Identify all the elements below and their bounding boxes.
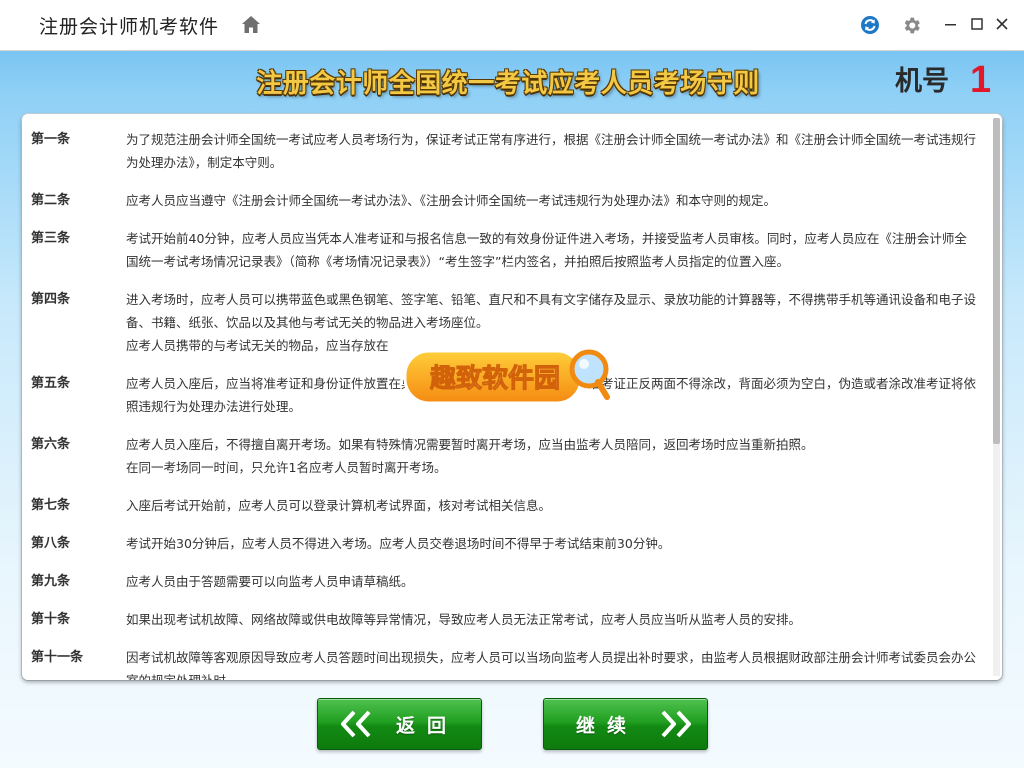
article-number: 第五条 (31, 376, 71, 391)
article-number: 第一条 (31, 132, 71, 147)
article-item: 第二条 应考人员应当遵守《注册会计师全国统一考试办法》、《注册会计师全国统一考试违… (22, 189, 990, 212)
article-text: 入座后考试开始前，应考人员可以登录计算机考试界面，核对考试相关信息。 (126, 494, 990, 517)
minimize-icon[interactable] (943, 16, 959, 32)
article-paragraph: 因考试机故障等客观原因导致应考人员答题时间出现损失，应考人员可以当场向监考人员提… (126, 650, 977, 680)
article-number: 第七条 (31, 498, 71, 513)
machine-number: 1 (970, 59, 992, 101)
article-item: 第六条 应考人员入座后，不得擅自离开考场。如果有特殊情况需要暂时离开考场，应当由监… (22, 433, 990, 479)
maximize-icon[interactable] (969, 16, 985, 32)
article-text: 应考人员应当遵守《注册会计师全国统一考试办法》、《注册会计师全国统一考试违规行为… (126, 189, 990, 212)
title-bar: 注册会计师机考软件 (0, 0, 1024, 51)
article-number: 第六条 (31, 437, 71, 452)
continue-button[interactable]: 继续 (543, 698, 708, 750)
home-icon[interactable] (240, 14, 262, 36)
article-item: 第十条 如果出现考试机故障、网络故障或供电故障等异常情况，导致应考人员无法正常考试… (22, 608, 990, 631)
article-text: 应考人员由于答题需要可以向监考人员申请草稿纸。 (126, 570, 990, 593)
article-paragraph: 应考人员应当遵守《注册会计师全国统一考试办法》、《注册会计师全国统一考试违规行为… (126, 193, 777, 208)
article-text: 考试开始30分钟后，应考人员不得进入考场。应考人员交卷退场时间不得早于考试结束前… (126, 532, 990, 555)
app-title: 注册会计师机考软件 (39, 16, 220, 38)
double-chevron-left-icon (341, 710, 371, 738)
article-paragraph: 如果出现考试机故障、网络故障或供电故障等异常情况，导致应考人员无法正常考试，应考… (126, 612, 802, 627)
article-number: 第三条 (31, 231, 71, 246)
article-text: 考试开始前40分钟，应考人员应当凭本人准考证和与报名信息一致的有效身份证件进入考… (126, 227, 990, 273)
double-chevron-right-icon (661, 710, 691, 738)
article-item: 第十一条 因考试机故障等客观原因导致应考人员答题时间出现损失，应考人员可以当场向监… (22, 646, 990, 680)
article-item: 第八条 考试开始30分钟后，应考人员不得进入考场。应考人员交卷退场时间不得早于考试… (22, 532, 990, 555)
article-item: 第三条 考试开始前40分钟，应考人员应当凭本人准考证和与报名信息一致的有效身份证件… (22, 227, 990, 273)
article-paragraph: 为了规范注册会计师全国统一考试应考人员考场行为，保证考试正常有序进行，根据《注册… (126, 132, 977, 170)
article-number: 第四条 (31, 292, 71, 307)
gear-icon[interactable] (901, 15, 922, 36)
article-paragraph: 考试开始30分钟后，应考人员不得进入考场。应考人员交卷退场时间不得早于考试结束前… (126, 536, 671, 551)
article-item: 第一条 为了规范注册会计师全国统一考试应考人员考场行为，保证考试正常有序进行，根据… (22, 128, 990, 174)
article-paragraph: 在同一考场同一时间，只允许1名应考人员暂时离开考场。 (126, 460, 447, 475)
refresh-icon[interactable] (860, 15, 880, 35)
article-text: 因考试机故障等客观原因导致应考人员答题时间出现损失，应考人员可以当场向监考人员提… (126, 646, 990, 680)
scrollbar-thumb[interactable] (993, 118, 1000, 444)
article-number: 第十条 (31, 612, 71, 627)
article-number: 第十一条 (31, 650, 84, 665)
article-number: 第二条 (31, 193, 71, 208)
article-item: 第九条 应考人员由于答题需要可以向监考人员申请草稿纸。 (22, 570, 990, 593)
watermark-text: 趣致软件园 (429, 363, 560, 394)
rules-title: 注册会计师全国统一考试应考人员考场守则 (256, 69, 760, 99)
machine-label: 机号 (895, 66, 949, 97)
back-button-label: 返回 (396, 715, 459, 737)
article-item: 第七条 入座后考试开始前，应考人员可以登录计算机考试界面，核对考试相关信息。 (22, 494, 990, 517)
scrollbar[interactable] (993, 118, 1000, 676)
article-paragraph: 考试开始前40分钟，应考人员应当凭本人准考证和与报名信息一致的有效身份证件进入考… (126, 231, 967, 269)
article-text: 应考人员入座后，不得擅自离开考场。如果有特殊情况需要暂时离开考场，应当由监考人员… (126, 433, 990, 479)
article-text: 为了规范注册会计师全国统一考试应考人员考场行为，保证考试正常有序进行，根据《注册… (126, 128, 990, 174)
article-number: 第九条 (31, 574, 71, 589)
close-icon[interactable] (994, 16, 1010, 32)
watermark-logo: 趣致软件园 (403, 349, 610, 405)
article-text: 如果出现考试机故障、网络故障或供电故障等异常情况，导致应考人员无法正常考试，应考… (126, 608, 990, 631)
back-button[interactable]: 返回 (317, 698, 482, 750)
article-paragraph: 应考人员由于答题需要可以向监考人员申请草稿纸。 (126, 574, 414, 589)
article-number: 第八条 (31, 536, 71, 551)
continue-button-label: 继续 (576, 715, 639, 737)
article-paragraph: 入座后考试开始前，应考人员可以登录计算机考试界面，核对考试相关信息。 (126, 498, 552, 513)
article-paragraph: 进入考场时，应考人员可以携带蓝色或黑色钢笔、签字笔、铅笔、直尺和不具有文字储存及… (126, 292, 977, 330)
article-paragraph: 应考人员入座后，不得擅自离开考场。如果有特殊情况需要暂时离开考场，应当由监考人员… (126, 437, 814, 452)
